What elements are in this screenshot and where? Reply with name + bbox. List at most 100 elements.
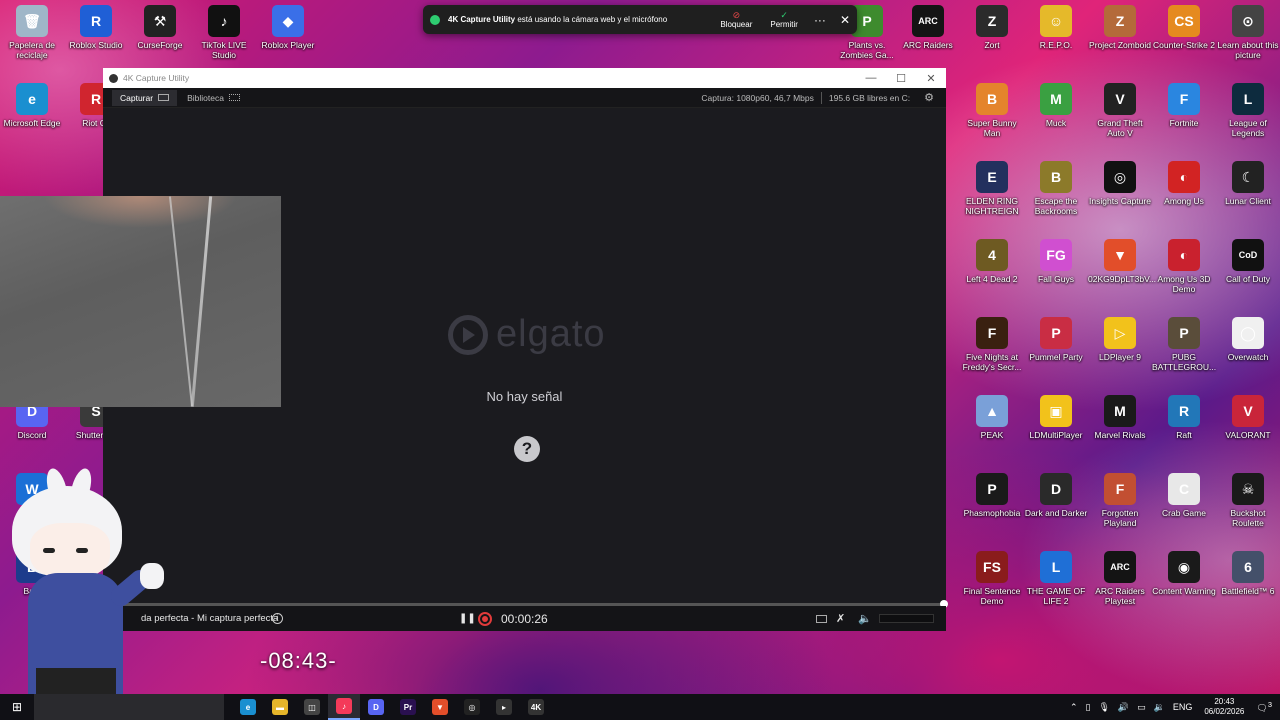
record-button[interactable]: [478, 611, 492, 626]
desktop-icon[interactable]: ☾ Lunar Client: [1216, 161, 1280, 206]
volume-icon[interactable]: 🔈: [858, 612, 872, 625]
help-icon[interactable]: ?: [514, 436, 540, 462]
desktop-icon[interactable]: 🗑 Papelera de reciclaje: [0, 5, 64, 60]
desktop-icon[interactable]: V Grand Theft Auto V: [1088, 83, 1152, 138]
desktop-icon[interactable]: 6 Battlefield™ 6: [1216, 551, 1280, 596]
app-icon: ARC: [1104, 551, 1136, 583]
minimize-icon[interactable]: —: [856, 72, 886, 84]
desktop-icon[interactable]: ▲ PEAK: [960, 395, 1024, 440]
desktop-icon[interactable]: P Pummel Party: [1024, 317, 1088, 362]
desktop-icon[interactable]: ◎ Insights Capture: [1088, 161, 1152, 206]
taskbar-brave-icon[interactable]: ▼: [424, 694, 456, 720]
more-options-icon[interactable]: ···: [814, 13, 826, 27]
desktop-icon[interactable]: V VALORANT: [1216, 395, 1280, 440]
desktop-icon[interactable]: ♪ TikTok LIVE Studio: [192, 5, 256, 60]
app-icon: L: [1232, 83, 1264, 115]
app-icon: ◉: [1168, 551, 1200, 583]
desktop-icon[interactable]: FS Final Sentence Demo: [960, 551, 1024, 606]
tab-capture[interactable]: Capturar: [112, 89, 178, 106]
close-icon[interactable]: ✕: [916, 72, 946, 85]
desktop-icon[interactable]: ⊙ Learn about this picture: [1216, 5, 1280, 60]
desktop-icon[interactable]: ◐ Among Us 3D Demo: [1152, 239, 1216, 294]
desktop-icon-label: 02KG9DpLT3bV...: [1088, 274, 1157, 284]
desktop-icon[interactable]: ◯ Overwatch: [1216, 317, 1280, 362]
desktop-icon[interactable]: ▣ LDMultiPlayer: [1024, 395, 1088, 440]
desktop-icon[interactable]: ◐ Among Us: [1152, 161, 1216, 206]
desktop-icon[interactable]: e Microsoft Edge: [0, 83, 64, 128]
player-icon: ▸: [496, 699, 512, 715]
taskbar-insights-icon[interactable]: ◎: [456, 694, 488, 720]
desktop-icon-label: Muck: [1045, 118, 1067, 128]
network-icon[interactable]: ▭: [1137, 702, 1146, 713]
desktop-icon[interactable]: F Forgotten Playland: [1088, 473, 1152, 528]
language-indicator[interactable]: ENG: [1173, 702, 1193, 712]
desktop-icon[interactable]: ▷ LDPlayer 9: [1088, 317, 1152, 362]
desktop-icon-label: Dark and Darker: [1024, 508, 1088, 518]
music-icon: ♪: [336, 698, 352, 714]
app-icon: L: [1040, 551, 1072, 583]
earphone-cord: [168, 196, 194, 407]
settings-gear-icon[interactable]: ⚙: [924, 91, 934, 104]
block-button[interactable]: ⊘ Bloquear: [720, 10, 752, 29]
tray-app-icon[interactable]: ▯: [1085, 702, 1090, 713]
desktop-icon[interactable]: 4 Left 4 Dead 2: [960, 239, 1024, 284]
screenshot-icon[interactable]: [816, 614, 827, 623]
desktop-icon[interactable]: B Escape the Backrooms: [1024, 161, 1088, 216]
desktop-icon[interactable]: ☺ R.E.P.O.: [1024, 5, 1088, 50]
desktop-icon[interactable]: R Roblox Studio: [64, 5, 128, 50]
desktop-icon-label: Raft: [1176, 430, 1192, 440]
taskbar-discord-icon[interactable]: D: [360, 694, 392, 720]
desktop-icon[interactable]: C Crab Game: [1152, 473, 1216, 518]
desktop-icon[interactable]: ARC ARC Raiders Playtest: [1088, 551, 1152, 606]
mic-icon[interactable]: 🎙: [1098, 702, 1109, 713]
desktop-icon[interactable]: F Five Nights at Freddy's Secr...: [960, 317, 1024, 372]
volume-tray-icon[interactable]: 🔉: [1154, 702, 1165, 713]
desktop-icon[interactable]: Z Zort: [960, 5, 1024, 50]
desktop-icon[interactable]: Z Project Zomboid: [1088, 5, 1152, 50]
desktop-icon[interactable]: ☠ Buckshot Roulette: [1216, 473, 1280, 528]
desktop-icon[interactable]: M Marvel Rivals: [1088, 395, 1152, 440]
desktop-icon[interactable]: ARC ARC Raiders: [896, 5, 960, 50]
title-bar[interactable]: 4K Capture Utility — ☐ ✕: [103, 68, 946, 88]
tray-overflow-icon[interactable]: ⌃: [1070, 702, 1078, 713]
mic-muted-icon[interactable]: ✗: [836, 612, 845, 625]
taskbar-edge-icon[interactable]: e: [232, 694, 264, 720]
desktop-icon[interactable]: CoD Call of Duty: [1216, 239, 1280, 284]
desktop-icon[interactable]: ◆ Roblox Player: [256, 5, 320, 50]
desktop-icon[interactable]: M Muck: [1024, 83, 1088, 128]
taskbar-music-icon[interactable]: ♪: [328, 694, 360, 720]
taskbar-store-icon[interactable]: ◫: [296, 694, 328, 720]
desktop-icon[interactable]: ◉ Content Warning: [1152, 551, 1216, 596]
windows-start-icon[interactable]: ⊞: [0, 700, 34, 714]
desktop-icon[interactable]: D Dark and Darker: [1024, 473, 1088, 518]
desktop-icon[interactable]: L League of Legends: [1216, 83, 1280, 138]
desktop-icon[interactable]: R Raft: [1152, 395, 1216, 440]
desktop-icon[interactable]: L THE GAME OF LIFE 2: [1024, 551, 1088, 606]
taskbar-explorer-icon[interactable]: ▬: [264, 694, 296, 720]
capture-tab-icon: [158, 94, 170, 101]
close-notification-icon[interactable]: ✕: [840, 13, 850, 27]
desktop-icon[interactable]: P Phasmophobia: [960, 473, 1024, 518]
taskbar-player-icon[interactable]: ▸: [488, 694, 520, 720]
desktop-icon[interactable]: B Super Bunny Man: [960, 83, 1024, 138]
maximize-icon[interactable]: ☐: [886, 72, 916, 85]
pause-button[interactable]: ❚❚: [459, 613, 476, 624]
desktop-icon[interactable]: FG Fall Guys: [1024, 239, 1088, 284]
taskbar-premiere-icon[interactable]: Pr: [392, 694, 424, 720]
taskbar-clock[interactable]: 20:43 06/02/2026: [1204, 697, 1244, 717]
tab-library[interactable]: Biblioteca: [179, 90, 248, 106]
info-icon[interactable]: i: [272, 613, 283, 624]
speaker-icon[interactable]: 🔊: [1118, 702, 1129, 713]
allow-button[interactable]: ✓ Permitir: [770, 10, 798, 29]
window-title: 4K Capture Utility: [123, 73, 190, 83]
notification-center-icon[interactable]: 🗨3: [1256, 700, 1272, 714]
desktop-icon[interactable]: F Fortnite: [1152, 83, 1216, 128]
desktop-icon[interactable]: ▼ 02KG9DpLT3bV...: [1088, 239, 1157, 284]
taskbar-search[interactable]: [34, 694, 224, 720]
volume-slider[interactable]: [879, 614, 934, 623]
desktop-icon[interactable]: CS Counter-Strike 2: [1152, 5, 1216, 50]
desktop-icon[interactable]: ⚒ CurseForge: [128, 5, 192, 50]
taskbar-4k-icon[interactable]: 4K: [520, 694, 552, 720]
desktop-icon[interactable]: P PUBG BATTLEGROU...: [1152, 317, 1216, 372]
desktop-icon[interactable]: E ELDEN RING NIGHTREIGN: [960, 161, 1024, 216]
